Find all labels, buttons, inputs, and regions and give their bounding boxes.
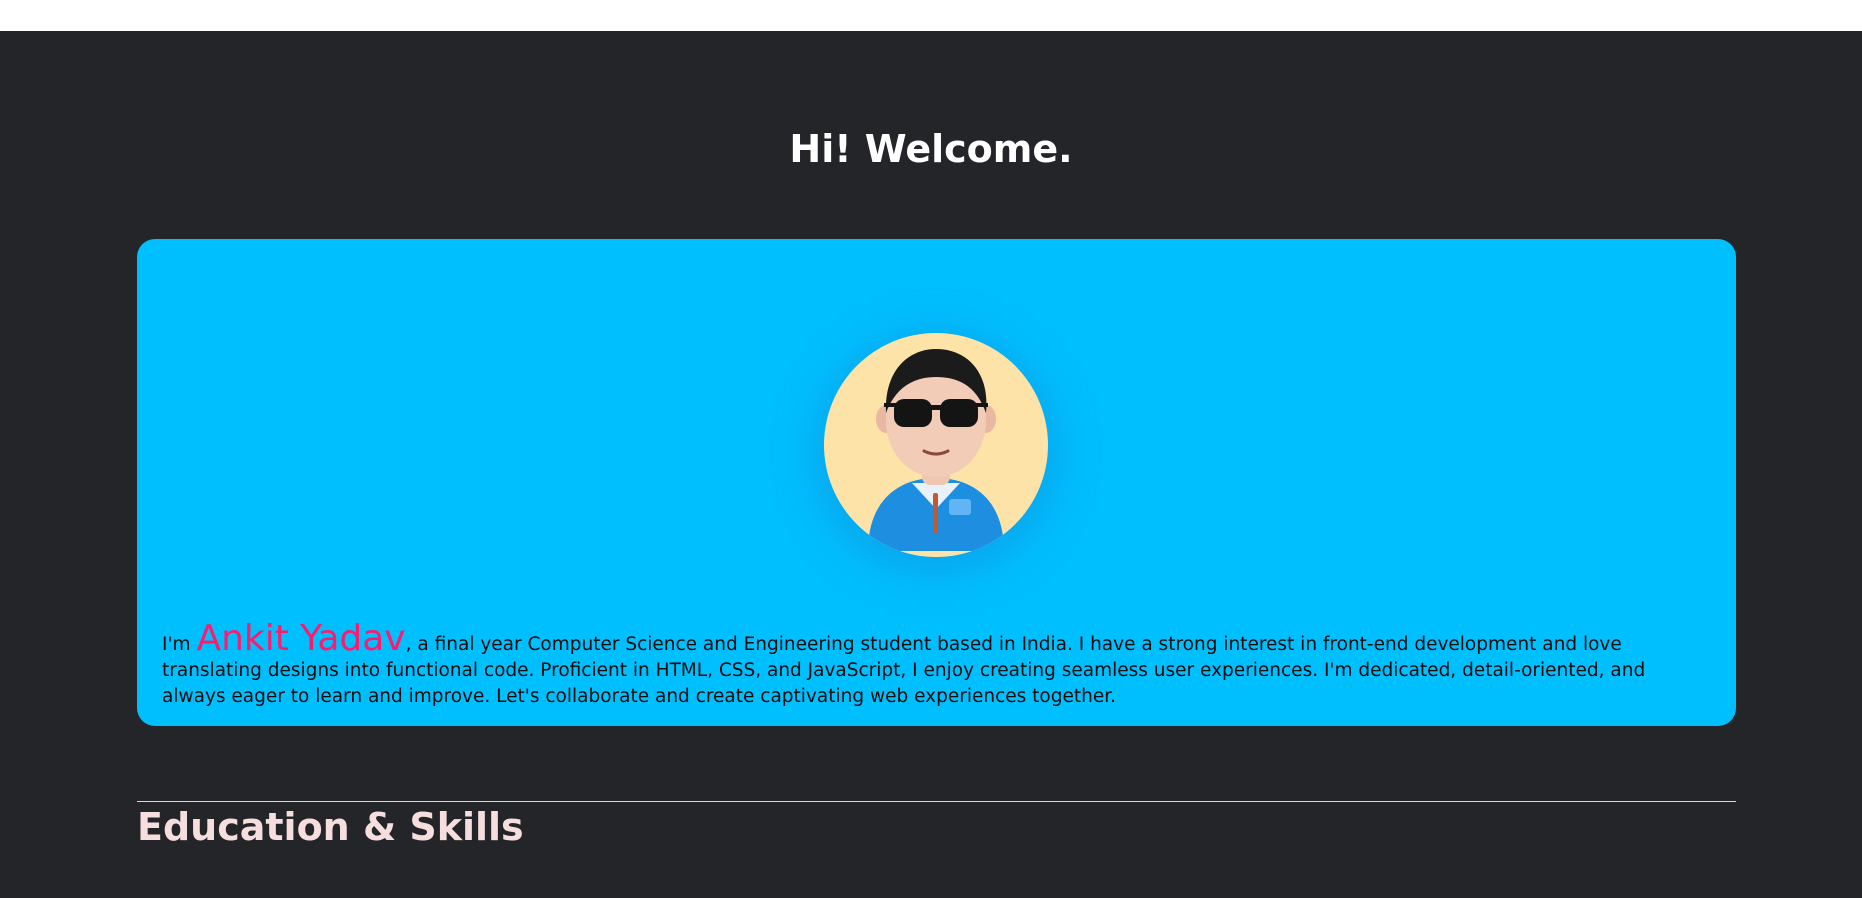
person-name: Ankit Yadav <box>196 617 406 659</box>
section-divider <box>137 801 1736 802</box>
main-section: Hi! Welcome. I'm Ankit Yadav, a final ye… <box>0 31 1862 898</box>
intro-prefix: I'm <box>162 633 197 655</box>
bio-paragraph: I'm Ankit Yadav, a final year Computer S… <box>162 620 1712 710</box>
top-white-bar <box>0 0 1862 31</box>
about-card: I'm Ankit Yadav, a final year Computer S… <box>137 239 1736 726</box>
welcome-heading: Hi! Welcome. <box>789 127 1073 171</box>
education-skills-heading: Education & Skills <box>137 805 524 849</box>
avatar-illustration-icon <box>868 349 1004 551</box>
avatar <box>824 333 1048 557</box>
